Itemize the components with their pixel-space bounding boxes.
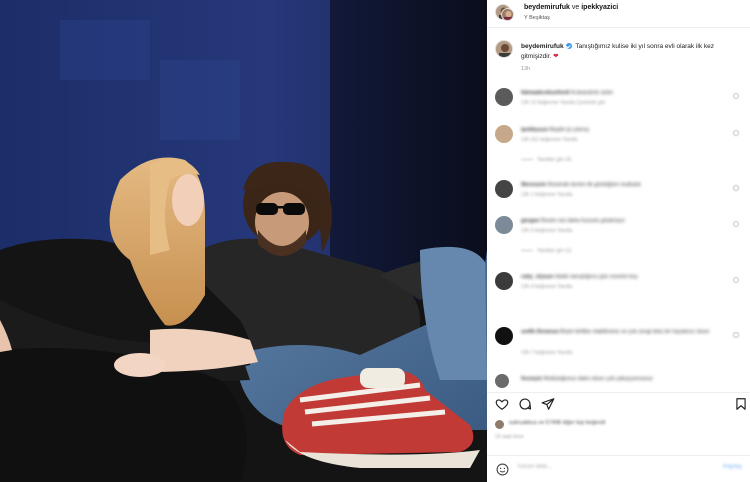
post-location[interactable]: Y Beşiktaş: [524, 15, 550, 21]
comment-body: Mutluluğunuz daim olsun çok yakışıyorsun…: [543, 376, 653, 382]
verified-icon: [565, 43, 572, 50]
collaborator-avatar[interactable]: [501, 8, 514, 21]
comment-like-icon[interactable]: [733, 277, 739, 283]
comment-avatar[interactable]: [495, 125, 513, 143]
caption-text: beydemirufuk Tanıştığımız kulise iki yıl…: [521, 42, 743, 62]
comment-text: sedfe.floransa Böyle birlikte olabilirsi…: [521, 328, 741, 336]
comment-item: gergan Resim sizi daha huzurlu gösteriyo…: [495, 215, 747, 254]
comment-body: Hadiıı tanıştığınız gün resmini koy: [554, 274, 638, 280]
action-bar: [487, 392, 750, 414]
comment-like-icon[interactable]: [733, 93, 739, 99]
comment-like-icon[interactable]: [733, 130, 739, 136]
save-icon[interactable]: [734, 397, 748, 411]
comment-body: Resim sizi daha huzurlu gösteriyor: [540, 218, 625, 224]
comment-username[interactable]: fikrenurie: [521, 182, 546, 188]
comment-username[interactable]: ruby_elysun: [521, 274, 553, 280]
share-icon[interactable]: [541, 397, 555, 411]
comment-item: fikrenurie Resimde benim ilk gördüğüm mu…: [495, 179, 747, 209]
comment-like-icon[interactable]: [733, 221, 739, 227]
comment-text: fikrenurie Resimde benim ilk gördüğüm mu…: [521, 181, 741, 189]
view-replies[interactable]: Yanıtları gör (1): [521, 248, 571, 254]
comment-avatar[interactable]: [495, 180, 513, 198]
post-details-panel: beydemirufuk ve ipekkyazici Y Beşiktaş b…: [487, 0, 750, 482]
comment-text: gergan Resim sizi daha huzurlu gösteriyo…: [521, 217, 741, 225]
comment-username[interactable]: sedfe.floransa: [521, 329, 558, 335]
comment-username[interactable]: fatmaakcekunfonit: [521, 90, 570, 96]
comment-icon[interactable]: [518, 397, 532, 411]
comment-text: fatmaakcekunfonit Kıskandırdı sizler: [521, 89, 741, 97]
collaborator-username[interactable]: ipekkyazici: [581, 4, 618, 11]
comment-item: sedfe.floransa Böyle birlikte olabilirsi…: [495, 326, 747, 362]
comment-item: ipekbysun Başlık iyi çıkmış 13h 311 beğe…: [495, 124, 747, 163]
likes-summary[interactable]: sukruakkus ve 57498 diğer kişi beğendi: [495, 419, 735, 431]
caption-timestamp: 13h: [521, 66, 531, 72]
author-conjunction: ve: [571, 4, 580, 11]
heart-emoji: ❤: [553, 53, 559, 60]
comment-avatar[interactable]: [495, 216, 513, 234]
comment-body: Resimde benim ilk gördüğüm mutluluk: [547, 182, 641, 188]
comment-input[interactable]: Yorum ekle...: [517, 464, 552, 470]
comment-item: ruby_elysun Hadiıı tanıştığınız gün resm…: [495, 271, 747, 301]
add-comment-bar: Yorum ekle... Paylaş: [487, 455, 750, 482]
comment-text: ruby_elysun Hadiıı tanıştığınız gün resm…: [521, 273, 741, 281]
comment-meta[interactable]: 13h 12 beğenme Yanıtla Çevirisini gör: [521, 100, 605, 106]
comment-item: fevzeyiz Mutluluğunuz daim olsun çok yak…: [495, 373, 747, 389]
caption-username[interactable]: beydemirufuk: [521, 43, 564, 50]
comment-meta[interactable]: 13h 1 beğenme Yanıtla: [521, 192, 572, 198]
post-date: 13 saat önce: [495, 434, 524, 440]
comment-avatar[interactable]: [495, 327, 513, 345]
comment-body: Kıskandırdı sizler: [571, 90, 614, 96]
comment-text: fevzeyiz Mutluluğunuz daim olsun çok yak…: [521, 375, 741, 383]
comment-like-icon[interactable]: [733, 332, 739, 338]
author-username[interactable]: beydemirufuk: [524, 4, 570, 11]
post-photo[interactable]: [0, 0, 487, 482]
photo-image: [0, 0, 487, 482]
post-authors: beydemirufuk ve ipekkyazici: [524, 4, 618, 11]
comment-text: ipekbysun Başlık iyi çıkmış: [521, 126, 741, 134]
comment-meta[interactable]: 13h 311 beğenme Yanıtla: [521, 137, 577, 143]
comment-username[interactable]: gergan: [521, 218, 539, 224]
comment-body: Böyle birlikte olabilirsiniz ve çok sevg…: [559, 329, 710, 335]
comment-username[interactable]: ipekbysun: [521, 127, 548, 133]
liker-avatar: [495, 420, 504, 429]
comment-meta[interactable]: 13h 9 beğenme Yanıtla: [521, 228, 572, 234]
comment-username[interactable]: fevzeyiz: [521, 376, 542, 382]
comment-avatar[interactable]: [495, 272, 513, 290]
post-header: beydemirufuk ve ipekkyazici Y Beşiktaş: [487, 0, 750, 28]
view-replies[interactable]: Yanıtları gör (4): [521, 157, 571, 163]
post-comment-button[interactable]: Paylaş: [723, 464, 742, 470]
comment-avatar[interactable]: [495, 88, 513, 106]
comment-meta[interactable]: 13h 4 beğenme Yanıtla: [521, 284, 572, 290]
caption-avatar[interactable]: [495, 40, 513, 58]
comment-body: Başlık iyi çıkmış: [549, 127, 589, 133]
comment-meta[interactable]: 13h 7 beğenme Yanıtla: [521, 350, 572, 356]
comment-like-icon[interactable]: [733, 185, 739, 191]
comment-avatar[interactable]: [495, 374, 509, 388]
comment-item: fatmaakcekunfonit Kıskandırdı sizler 13h…: [495, 87, 747, 117]
emoji-icon[interactable]: [496, 463, 509, 476]
like-icon[interactable]: [495, 397, 509, 411]
likes-text[interactable]: sukruakkus ve 57498 diğer kişi beğendi: [509, 420, 605, 426]
